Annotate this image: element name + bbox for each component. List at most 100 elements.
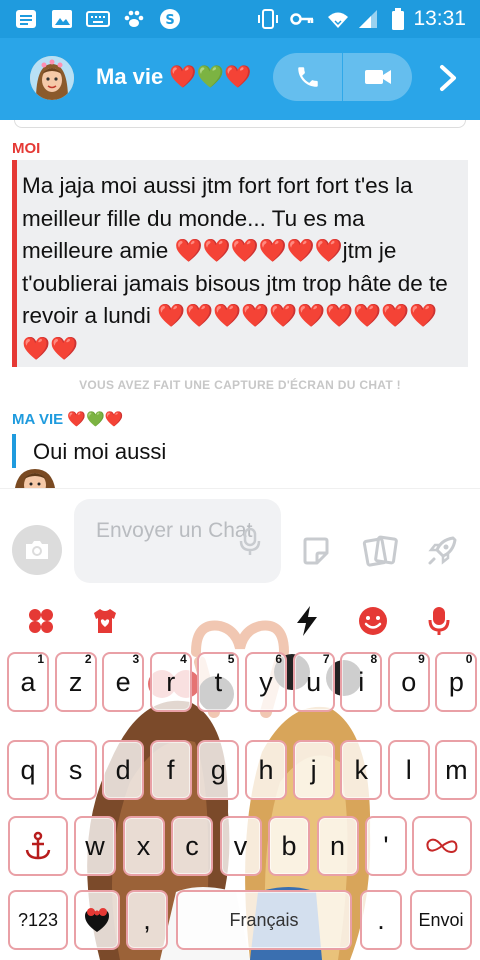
- key-p[interactable]: p0: [435, 652, 478, 712]
- key-hint: 8: [370, 652, 378, 666]
- image-icon: [50, 7, 74, 31]
- signal-icon: [356, 7, 380, 31]
- key-label: a: [20, 666, 36, 697]
- key-label: b: [281, 830, 297, 861]
- call-buttons: [273, 53, 412, 101]
- period-key[interactable]: .: [360, 890, 402, 950]
- key-label: s: [68, 754, 83, 785]
- key-hint: 3: [132, 652, 140, 666]
- key-label: j: [310, 754, 317, 785]
- chat-title[interactable]: Ma vie ❤️💚❤️: [96, 64, 252, 90]
- key-x[interactable]: x: [122, 816, 165, 876]
- camera-button[interactable]: [12, 525, 62, 575]
- key-label: m: [445, 754, 468, 785]
- key-m[interactable]: m: [435, 740, 478, 800]
- keyboard-icon: [86, 7, 110, 31]
- microphone-icon: [239, 527, 261, 555]
- key-r[interactable]: r4: [149, 652, 192, 712]
- chevron-right-icon: [440, 65, 456, 91]
- key-g[interactable]: g: [197, 740, 240, 800]
- microphone-button[interactable]: [238, 527, 262, 562]
- key-y[interactable]: y6: [245, 652, 287, 712]
- key-t[interactable]: t5: [197, 652, 240, 712]
- key-a[interactable]: a1: [7, 652, 49, 712]
- key-z[interactable]: z2: [54, 652, 97, 712]
- keyboard: a 1 z 2 e 3 r 4 t 5 y 6 u 7 i 8 o 9 p 0 q s d f g h j k l m w x c v b n ' ?12…: [0, 592, 480, 960]
- key-label: g: [210, 754, 226, 785]
- games-button[interactable]: [424, 533, 460, 569]
- key-label: y: [259, 666, 273, 697]
- key-label: Français: [229, 909, 299, 930]
- friend-message-text[interactable]: Oui moi aussi: [33, 439, 166, 465]
- key-l[interactable]: l: [387, 740, 430, 800]
- bow-heart-icon: [85, 908, 109, 932]
- enter-key[interactable]: Envoi: [410, 890, 472, 950]
- composer-bar: Envoyer un Chat: [0, 488, 480, 592]
- key-label: i: [358, 666, 365, 697]
- cards-button[interactable]: [362, 533, 398, 569]
- anchor-icon: [25, 831, 51, 860]
- stickers-button[interactable]: [88, 604, 122, 638]
- key-f[interactable]: f: [149, 740, 192, 800]
- key-i[interactable]: i8: [340, 652, 383, 712]
- phone-call-button[interactable]: [273, 53, 342, 101]
- key-label: .: [377, 904, 385, 935]
- key-label: q: [20, 754, 36, 785]
- key-n[interactable]: n: [316, 816, 359, 876]
- key-hint: 4: [180, 652, 187, 666]
- key-label: k: [354, 754, 368, 785]
- key-h[interactable]: h: [245, 740, 287, 800]
- key-e[interactable]: e3: [102, 652, 145, 712]
- key-label: r: [166, 666, 176, 697]
- video-call-button[interactable]: [343, 53, 412, 101]
- key-v[interactable]: v: [219, 816, 262, 876]
- space-key[interactable]: Français: [176, 890, 352, 950]
- sticker-button[interactable]: [298, 533, 334, 569]
- voice-input-button[interactable]: [422, 604, 456, 638]
- next-chat-button[interactable]: [430, 60, 466, 96]
- key-label: d: [115, 754, 131, 785]
- emoji-icon: [359, 607, 387, 635]
- key-c[interactable]: c: [171, 816, 213, 876]
- key-d[interactable]: d: [102, 740, 145, 800]
- quick-action-button[interactable]: [290, 604, 324, 638]
- key-b[interactable]: b: [268, 816, 310, 876]
- chat-messages[interactable]: MOI Ma jaja moi aussi jtm fort fort fort…: [0, 120, 480, 490]
- key-label: w: [85, 830, 105, 861]
- key-hint: 0: [465, 652, 473, 666]
- avatar[interactable]: [30, 56, 74, 100]
- shift-key[interactable]: [8, 816, 68, 876]
- key-hint: 2: [84, 652, 92, 666]
- vibrate-icon: [256, 7, 280, 31]
- emoji-panel-button[interactable]: [356, 604, 390, 638]
- emoji-key[interactable]: [74, 890, 120, 950]
- key-label: ': [383, 830, 389, 861]
- key-q[interactable]: q: [7, 740, 49, 800]
- key-k[interactable]: k: [340, 740, 383, 800]
- key-j[interactable]: j: [292, 740, 335, 800]
- sticker-icon: [303, 537, 329, 565]
- key-label: e: [115, 666, 131, 697]
- key-label: ,: [143, 904, 151, 935]
- status-time: 13:31: [413, 7, 466, 30]
- key-label: v: [233, 830, 248, 861]
- friend-message-bar: [12, 434, 16, 468]
- key-label: ?123: [17, 909, 59, 930]
- key-label: Envoi: [418, 909, 464, 930]
- comma-key[interactable]: ,: [126, 890, 168, 950]
- key-hint: 6: [275, 652, 282, 666]
- phone-icon: [297, 67, 318, 87]
- key-u[interactable]: u7: [292, 652, 335, 712]
- key-s[interactable]: s: [54, 740, 97, 800]
- backspace-key[interactable]: [412, 816, 472, 876]
- key-label: x: [136, 830, 151, 861]
- bolt-icon: [297, 606, 317, 636]
- key-w[interactable]: w: [74, 816, 116, 876]
- shazam-icon: S: [158, 7, 182, 31]
- key-apostrophe[interactable]: ': [365, 816, 407, 876]
- symbols-key[interactable]: ?123: [8, 890, 68, 950]
- theme-button[interactable]: [24, 604, 58, 638]
- paw-icon: [122, 7, 146, 31]
- my-message-text: Ma jaja moi aussi jtm fort fort fort t'e…: [22, 173, 448, 361]
- key-o[interactable]: o9: [387, 652, 430, 712]
